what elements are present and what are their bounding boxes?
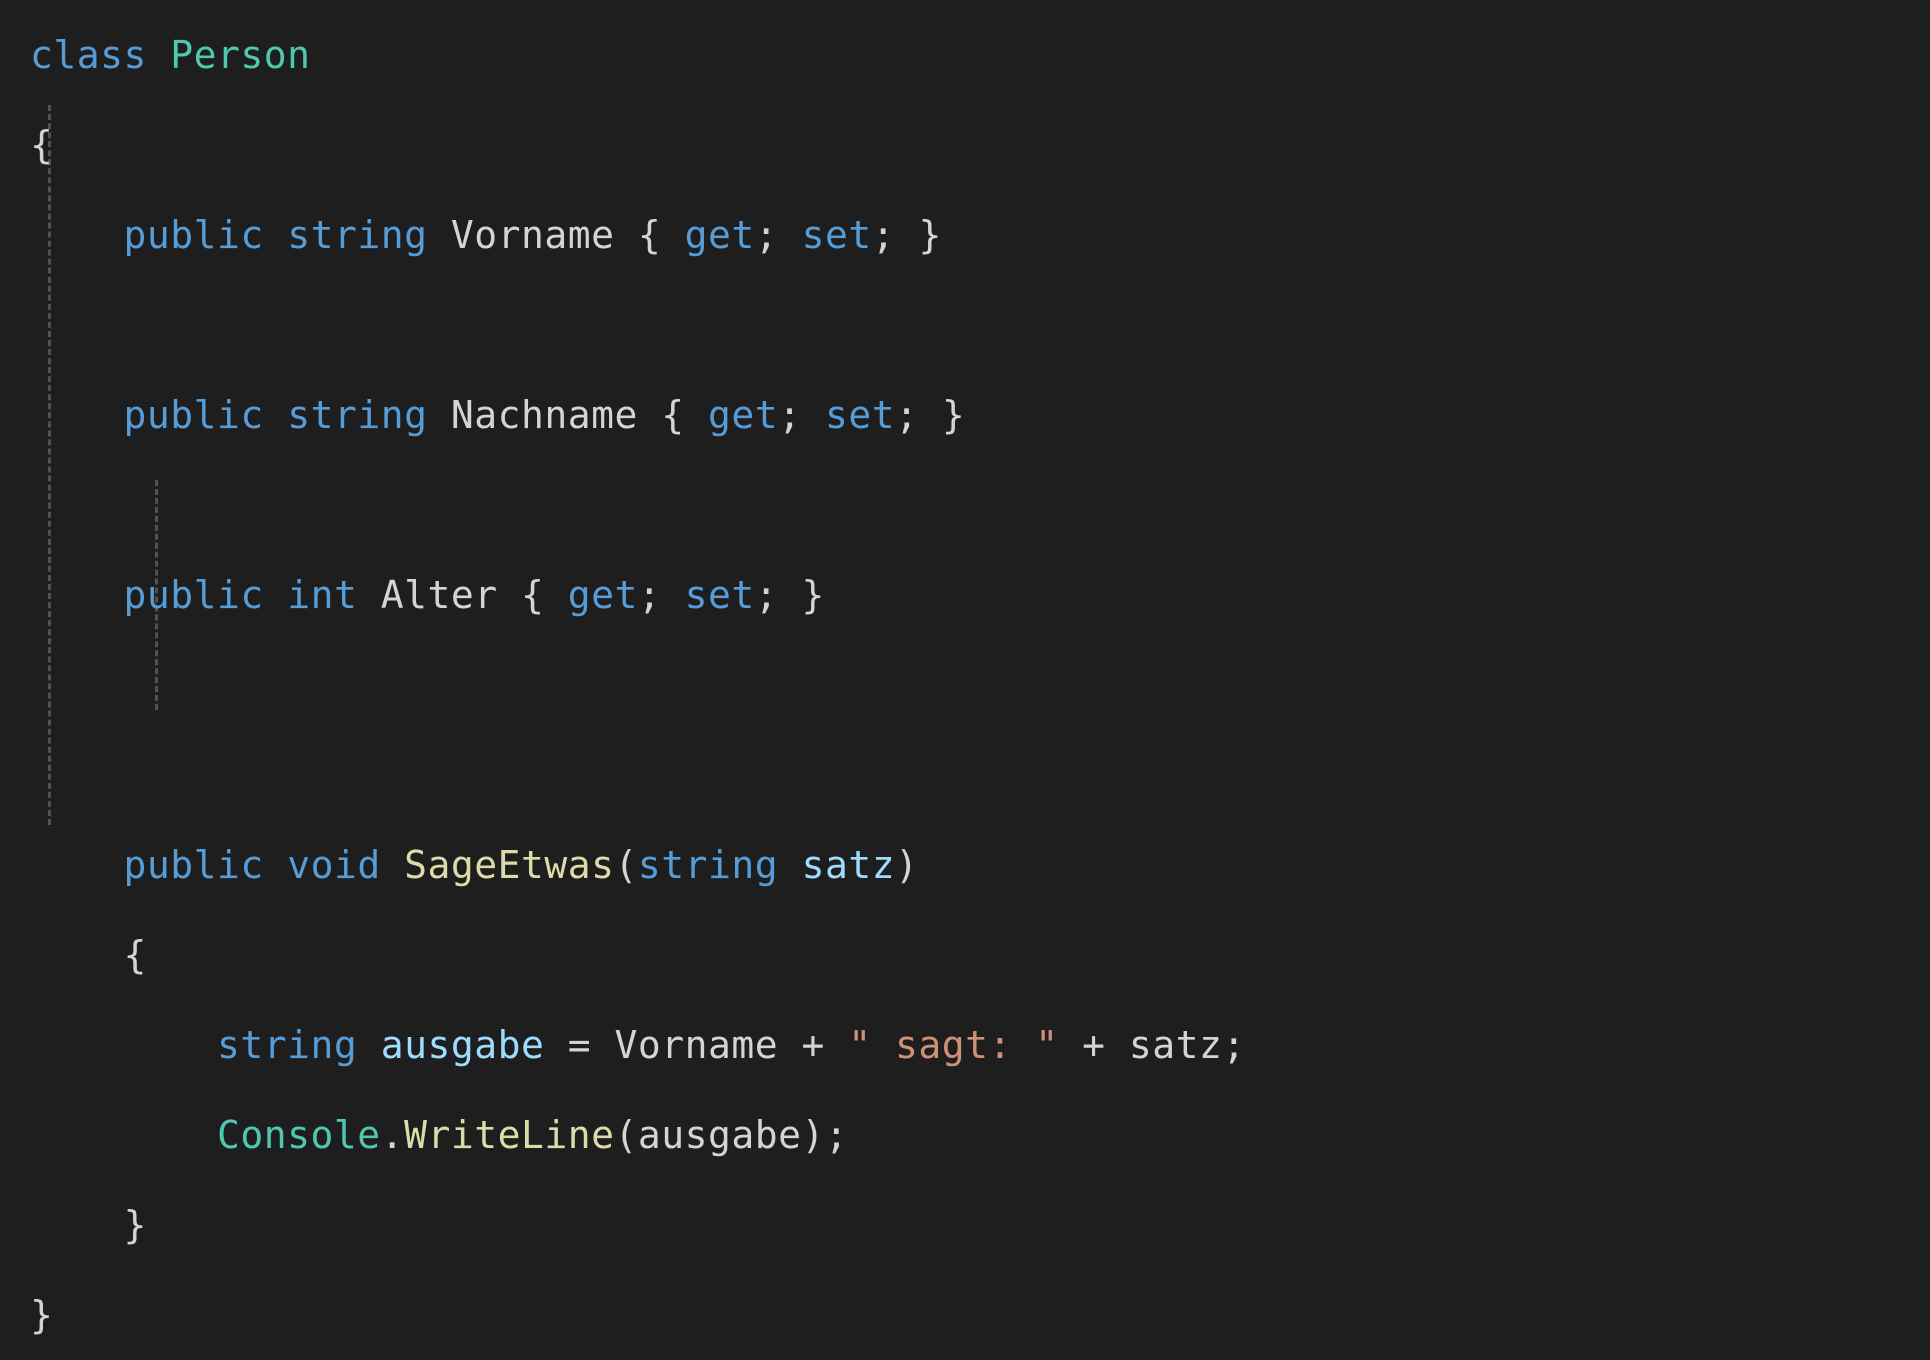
code-token-pl: } — [123, 1203, 147, 1247]
code-line[interactable]: string ausgabe = Vorname + " sagt: " + s… — [30, 1000, 1930, 1090]
code-token-kw: string — [637, 843, 779, 887]
code-token-var: satz — [801, 843, 896, 887]
code-token-fn: SageEtwas — [404, 843, 615, 887]
code-token-pl: { — [497, 573, 568, 617]
code-token-kw: public — [123, 573, 264, 617]
code-token-type: Person — [170, 33, 311, 77]
code-token-kw: get — [684, 213, 755, 257]
code-token-pl: (ausgabe); — [614, 1113, 849, 1157]
code-line[interactable]: } — [30, 1180, 1930, 1270]
code-line-blank[interactable] — [30, 730, 1930, 820]
code-token-pl: = Vorname + — [544, 1023, 849, 1067]
code-line[interactable]: Console.WriteLine(ausgabe); — [30, 1090, 1930, 1180]
code-line[interactable]: public int Alter { get; set; } — [30, 550, 1930, 640]
code-token-pl: Vorname — [450, 213, 615, 257]
code-line-blank[interactable] — [30, 640, 1930, 730]
code-token-kw: set — [684, 573, 755, 617]
code-token-kw: public — [123, 843, 264, 887]
code-line-blank[interactable] — [30, 280, 1930, 370]
code-token-kw: set — [801, 213, 872, 257]
code-token-pl: ; — [778, 393, 825, 437]
code-token-pl: ( — [614, 843, 638, 887]
code-token-kw: string — [287, 213, 428, 257]
code-token-pl: ; — [754, 213, 802, 257]
code-token-kw: void — [287, 843, 381, 887]
code-line[interactable]: public string Nachname { get; set; } — [30, 370, 1930, 460]
code-token-pl: { — [30, 123, 54, 167]
code-token-pl: ; } — [754, 573, 825, 617]
code-token-kw: public — [123, 393, 264, 437]
code-token-pl: . — [380, 1113, 405, 1157]
code-line[interactable]: { — [30, 910, 1930, 1000]
code-line[interactable]: } — [30, 1270, 1930, 1360]
code-token-fn: WriteLine — [404, 1113, 615, 1157]
code-token-kw: class — [30, 33, 147, 77]
code-token-kw: string — [287, 393, 428, 437]
code-token-pl: Nachname — [450, 393, 638, 437]
code-token-str: " sagt: " — [848, 1023, 1059, 1067]
code-token-kw: get — [708, 393, 779, 437]
code-token-pl: } — [30, 1293, 54, 1337]
code-token-pl: ; — [637, 573, 685, 617]
code-line[interactable]: class Person — [30, 10, 1930, 100]
code-editor-viewport[interactable]: class Person { public string Vorname { ge… — [0, 0, 1930, 1337]
code-token-var: ausgabe — [380, 1023, 545, 1067]
code-token-pl: { — [637, 393, 709, 437]
code-token-pl: { — [123, 933, 147, 977]
code-line[interactable]: { — [30, 100, 1930, 190]
code-token-pl: + satz; — [1058, 1023, 1246, 1067]
code-token-pl: ; } — [895, 393, 966, 437]
code-line[interactable]: public string Vorname { get; set; } — [30, 190, 1930, 280]
code-token-pl: Alter — [380, 573, 498, 617]
code-token-kw: set — [824, 393, 896, 437]
code-token-kw: int — [287, 573, 358, 617]
code-token-pl: { — [614, 213, 685, 257]
code-token-pl: ) — [895, 843, 919, 887]
code-text-surface[interactable]: class Person { public string Vorname { ge… — [0, 0, 1930, 1360]
code-line[interactable]: public void SageEtwas(string satz) — [30, 820, 1930, 910]
code-token-type: Console — [217, 1113, 381, 1157]
code-token-pl: ; } — [871, 213, 942, 257]
code-line-blank[interactable] — [30, 460, 1930, 550]
code-token-kw: get — [567, 573, 638, 617]
code-token-kw: public — [123, 213, 264, 257]
code-token-kw: string — [217, 1023, 358, 1067]
